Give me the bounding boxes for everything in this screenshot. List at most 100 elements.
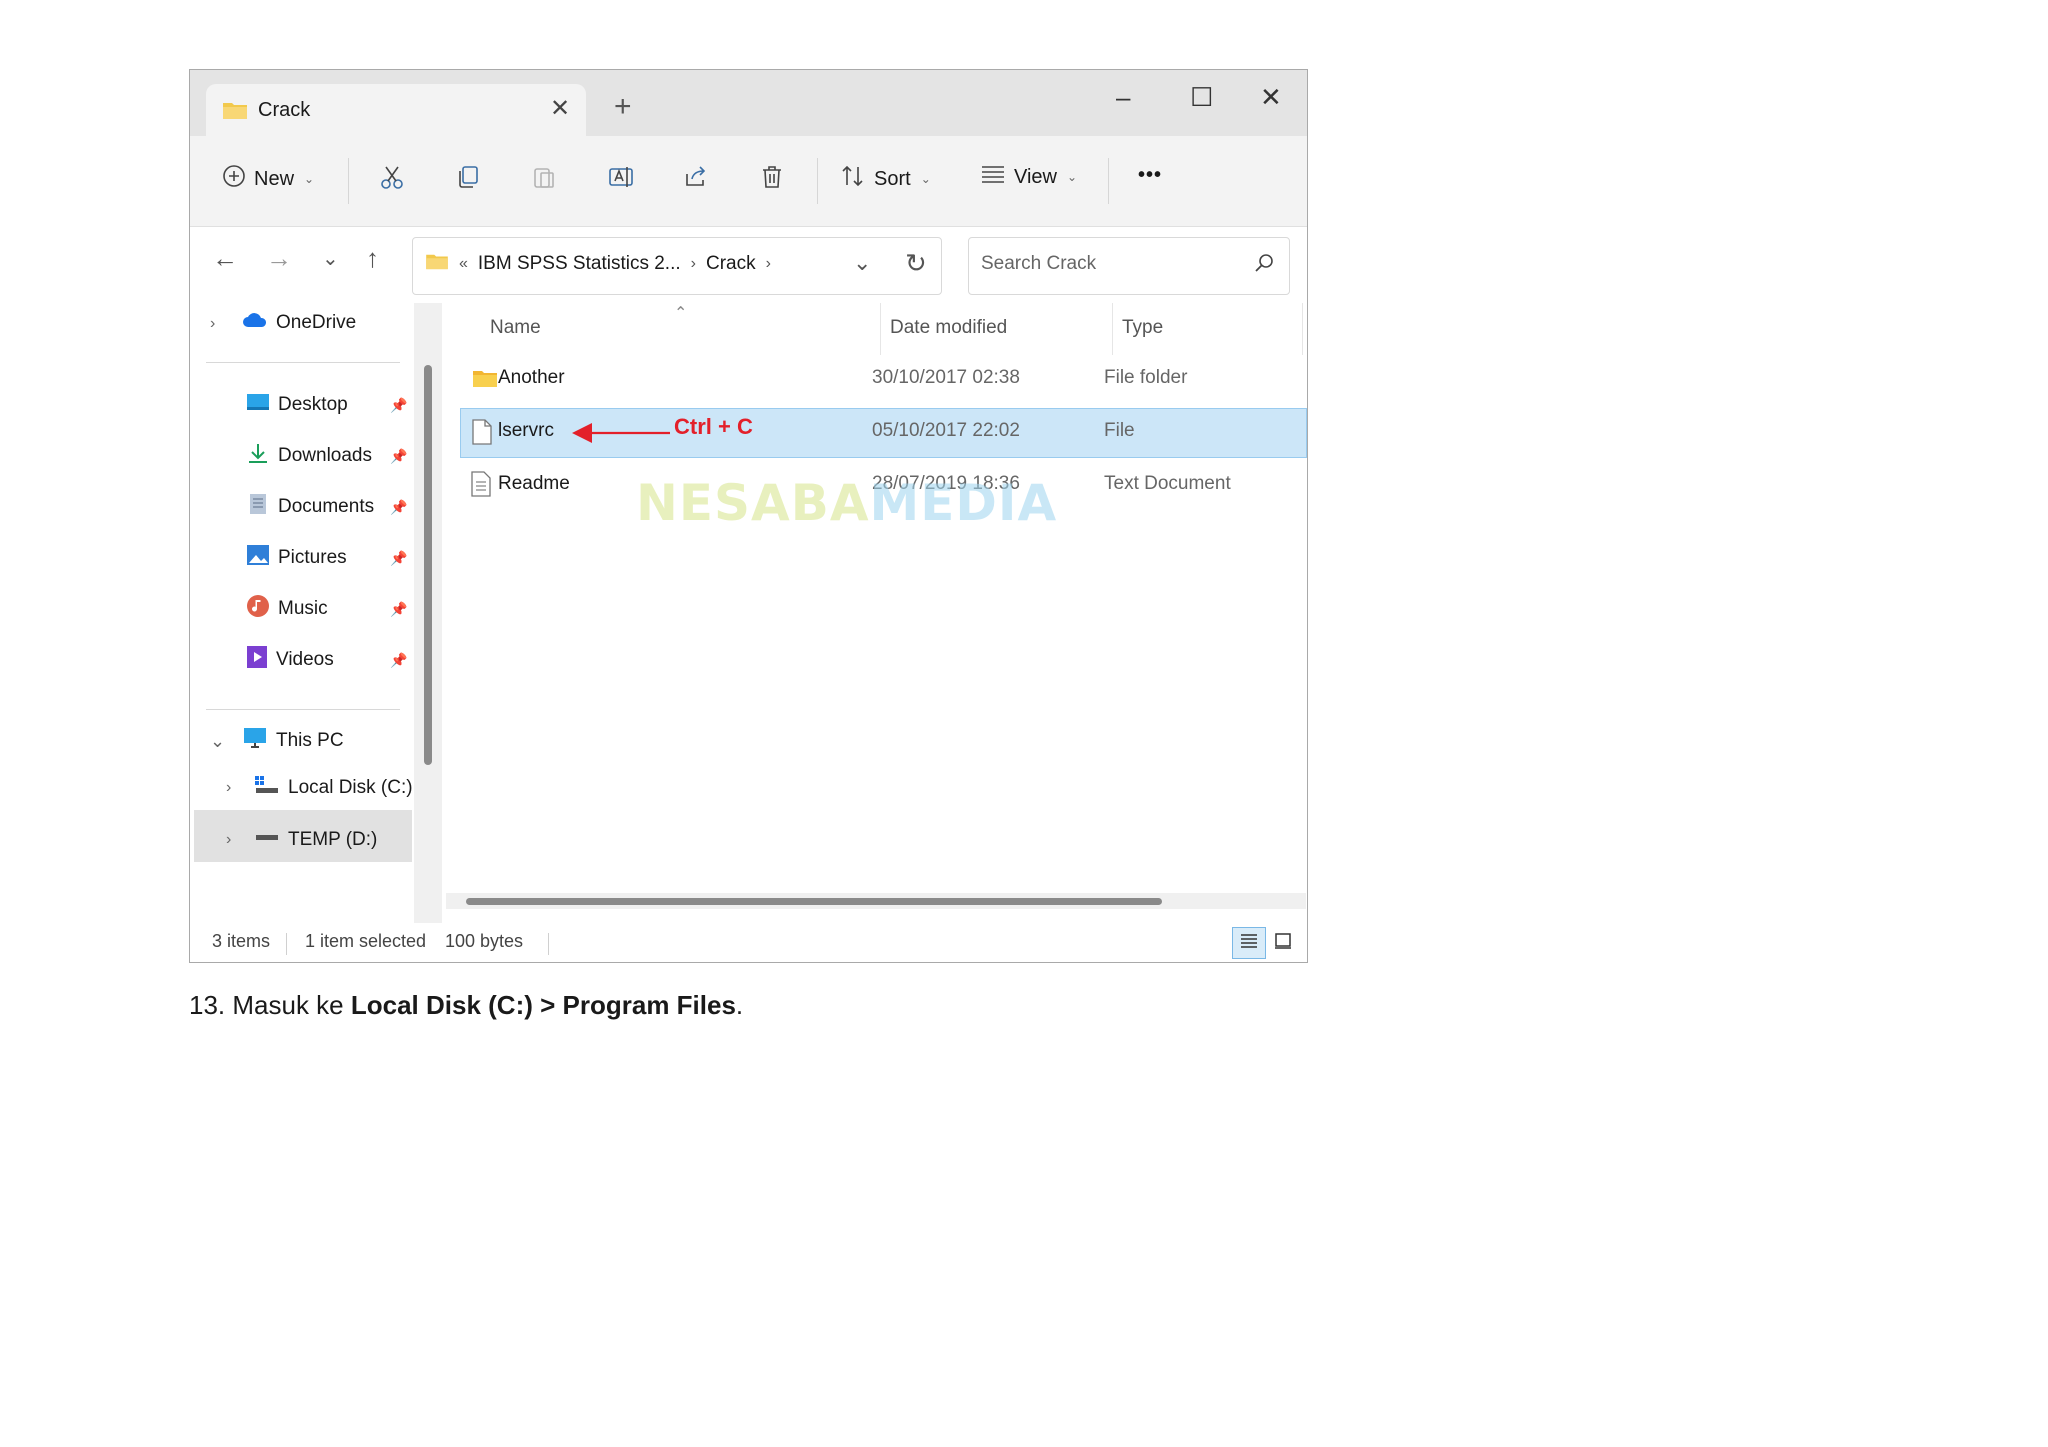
status-bar: 3 items 1 item selected 100 bytes — [190, 923, 1307, 962]
up-arrow-icon[interactable]: ↑ — [366, 245, 379, 271]
cloud-icon — [242, 311, 268, 335]
refresh-icon[interactable]: ↻ — [905, 248, 927, 279]
caption-prefix: 13. Masuk ke — [189, 990, 351, 1020]
file-type: File — [1104, 420, 1135, 441]
sort-label: Sort — [874, 167, 911, 190]
selection-size: 100 bytes — [445, 931, 524, 951]
pin-icon[interactable]: 📌 — [390, 550, 407, 567]
sidebar-item-downloads[interactable]: Downloads — [246, 436, 372, 476]
file-date: 30/10/2017 02:38 — [872, 367, 1020, 388]
sidebar-item-desktop[interactable]: Desktop — [246, 385, 348, 425]
toolbar-divider — [817, 158, 818, 204]
column-divider[interactable] — [880, 303, 881, 355]
delete-icon[interactable] — [759, 164, 785, 190]
tiles-view-button[interactable] — [1266, 927, 1300, 959]
drive-icon — [254, 827, 280, 853]
videos-icon — [246, 645, 268, 675]
copy-icon[interactable] — [455, 164, 481, 190]
breadcrumb-item[interactable]: IBM SPSS Statistics 2... — [478, 253, 681, 275]
folder-icon — [472, 368, 498, 394]
share-icon[interactable] — [683, 164, 709, 190]
breadcrumb-separator: › — [690, 255, 696, 272]
back-arrow-icon[interactable]: ← — [212, 245, 238, 271]
sidebar-scroll-thumb[interactable] — [424, 365, 432, 765]
preview-view-icon — [1273, 932, 1293, 955]
cut-icon[interactable] — [379, 164, 405, 190]
file-row[interactable]: Another 30/10/2017 02:38 File folder — [460, 355, 1307, 405]
forward-arrow-icon[interactable]: → — [266, 245, 292, 271]
details-view-button[interactable] — [1232, 927, 1266, 959]
chevron-right-icon[interactable]: › — [226, 831, 231, 849]
view-button[interactable]: View ⌄ — [980, 164, 1077, 190]
paste-icon[interactable] — [531, 164, 557, 190]
sort-button[interactable]: Sort ⌄ — [840, 164, 931, 194]
download-icon — [246, 442, 270, 470]
more-options-icon[interactable]: ••• — [1138, 164, 1162, 187]
pin-icon[interactable]: 📌 — [390, 652, 407, 669]
pictures-icon — [246, 544, 270, 572]
maximize-button[interactable]: ☐ — [1190, 84, 1213, 110]
tab-close-icon[interactable]: ✕ — [550, 94, 570, 123]
pin-icon[interactable]: 📌 — [390, 601, 407, 618]
chevron-right-icon[interactable]: › — [210, 315, 215, 333]
search-icon[interactable] — [1253, 252, 1275, 279]
column-header-date[interactable]: Date modified — [890, 317, 1007, 339]
folder-icon — [425, 252, 449, 276]
sidebar-item-documents[interactable]: Documents — [246, 487, 374, 527]
navigation-bar: ← → ⌄ ↑ « IBM SPSS Statistics 2... › Cra… — [190, 227, 1307, 297]
sidebar-item-local-disk-c[interactable]: Local Disk (C:) — [254, 768, 413, 808]
tab-title: Crack — [258, 99, 311, 121]
title-bar: Crack ✕ + – ☐ ✕ — [190, 70, 1307, 136]
annotation-label: Ctrl + C — [674, 414, 753, 439]
tab-crack[interactable]: Crack ✕ — [206, 84, 586, 136]
address-bar[interactable]: « IBM SPSS Statistics 2... › Crack › ⌄ ↻ — [412, 237, 942, 295]
file-list: ⌃ Name Date modified Type Another 30/10/… — [442, 303, 1307, 923]
sidebar-item-label: TEMP (D:) — [288, 829, 378, 850]
chevron-down-icon: ⌄ — [920, 172, 931, 186]
sidebar-item-label: Music — [278, 598, 328, 619]
file-name: lservrc — [498, 420, 554, 441]
sidebar-item-temp-d[interactable]: TEMP (D:) — [254, 820, 377, 860]
breadcrumb-separator: › — [765, 255, 771, 272]
close-button[interactable]: ✕ — [1260, 84, 1282, 110]
breadcrumb-item[interactable]: Crack — [706, 253, 756, 275]
column-divider[interactable] — [1302, 303, 1303, 355]
sidebar-item-videos[interactable]: Videos — [246, 640, 334, 680]
file-icon — [471, 419, 493, 451]
text-doc-icon — [470, 471, 492, 503]
file-type: Text Document — [1104, 473, 1231, 494]
step-caption: 13. Masuk ke Local Disk (C:) > Program F… — [189, 990, 743, 1021]
new-tab-button[interactable]: + — [614, 92, 632, 122]
watermark-part2: MEDIA — [869, 474, 1058, 532]
chevron-down-icon[interactable]: ⌄ — [210, 731, 225, 752]
pin-icon[interactable]: 📌 — [390, 499, 407, 516]
column-divider[interactable] — [1112, 303, 1113, 355]
rename-icon[interactable] — [607, 164, 635, 190]
sidebar-item-music[interactable]: Music — [246, 589, 328, 629]
search-input[interactable] — [979, 252, 1243, 276]
sidebar-item-pictures[interactable]: Pictures — [246, 538, 347, 578]
search-box[interactable] — [968, 237, 1290, 295]
column-header-type[interactable]: Type — [1122, 317, 1163, 339]
overflow-chevron[interactable]: « — [459, 255, 468, 273]
recent-chevron-icon[interactable]: ⌄ — [322, 249, 339, 269]
sidebar-item-onedrive[interactable]: OneDrive — [242, 303, 356, 343]
sidebar-item-this-pc[interactable]: This PC — [242, 721, 344, 761]
folder-icon — [222, 100, 248, 125]
computer-icon — [242, 727, 268, 755]
pin-icon[interactable]: 📌 — [390, 397, 407, 414]
caption-bold: Local Disk (C:) > Program Files — [350, 990, 736, 1020]
annotation-arrow — [572, 423, 670, 443]
chevron-right-icon[interactable]: › — [226, 779, 231, 797]
horizontal-scrollbar[interactable] — [446, 893, 1306, 909]
column-header-name[interactable]: Name — [490, 317, 541, 339]
view-list-icon — [980, 164, 1006, 190]
minimize-button[interactable]: – — [1116, 84, 1130, 110]
address-dropdown-icon[interactable]: ⌄ — [853, 250, 871, 276]
new-button[interactable]: New ⌄ — [222, 164, 314, 194]
file-type: File folder — [1104, 367, 1188, 388]
pin-icon[interactable]: 📌 — [390, 448, 407, 465]
status-divider — [548, 933, 549, 955]
toolbar-divider — [1108, 158, 1109, 204]
horizontal-scroll-thumb[interactable] — [466, 898, 1162, 905]
